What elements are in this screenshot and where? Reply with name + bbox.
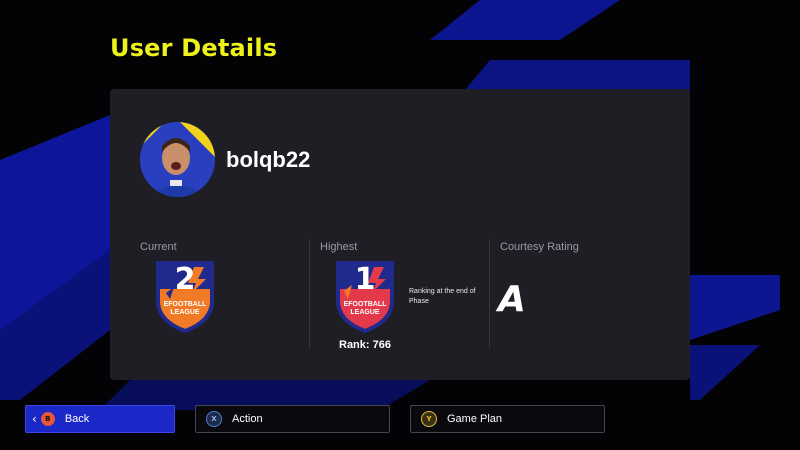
highest-badge-caption: EFOOTBALL LEAGUE	[343, 301, 387, 316]
column-divider	[489, 239, 490, 349]
back-button-label: Back	[64, 413, 90, 425]
current-label: Current	[140, 241, 177, 253]
b-key-icon: B	[40, 412, 55, 426]
highest-division-badge: 1 EFOOTBALL LEAGUE	[334, 259, 396, 334]
rank-value: Rank: 766	[339, 339, 391, 351]
page-title: User Details	[110, 34, 278, 62]
x-key-icon: X	[206, 411, 222, 427]
username: bolqb22	[226, 147, 311, 172]
current-division-number: 2	[174, 262, 196, 297]
highest-division-number: 1	[354, 262, 376, 297]
courtesy-rating-label: Courtesy Rating	[500, 241, 579, 253]
column-divider	[309, 239, 310, 349]
courtesy-rating-grade: A	[498, 279, 526, 320]
current-division-badge: 2 EFOOTBALL LEAGUE	[154, 259, 216, 334]
current-badge-caption: EFOOTBALL LEAGUE	[163, 301, 207, 316]
action-button[interactable]: X Action	[195, 405, 390, 433]
avatar-photo	[140, 122, 215, 197]
game-plan-button[interactable]: Y Game Plan	[410, 405, 605, 433]
chevron-left-icon: ‹	[32, 412, 37, 426]
y-key-icon: Y	[421, 411, 437, 427]
back-button[interactable]: ‹ B Back	[25, 405, 175, 433]
action-button-label: Action	[232, 413, 263, 425]
highest-label: Highest	[320, 241, 358, 253]
user-details-panel: bolqb22 Current 2 EFOOTBALL LEAGUE Highes…	[110, 89, 690, 380]
ranking-note: Ranking at the end of Phase	[409, 288, 476, 305]
avatar	[140, 122, 215, 197]
game-plan-button-label: Game Plan	[447, 413, 503, 425]
